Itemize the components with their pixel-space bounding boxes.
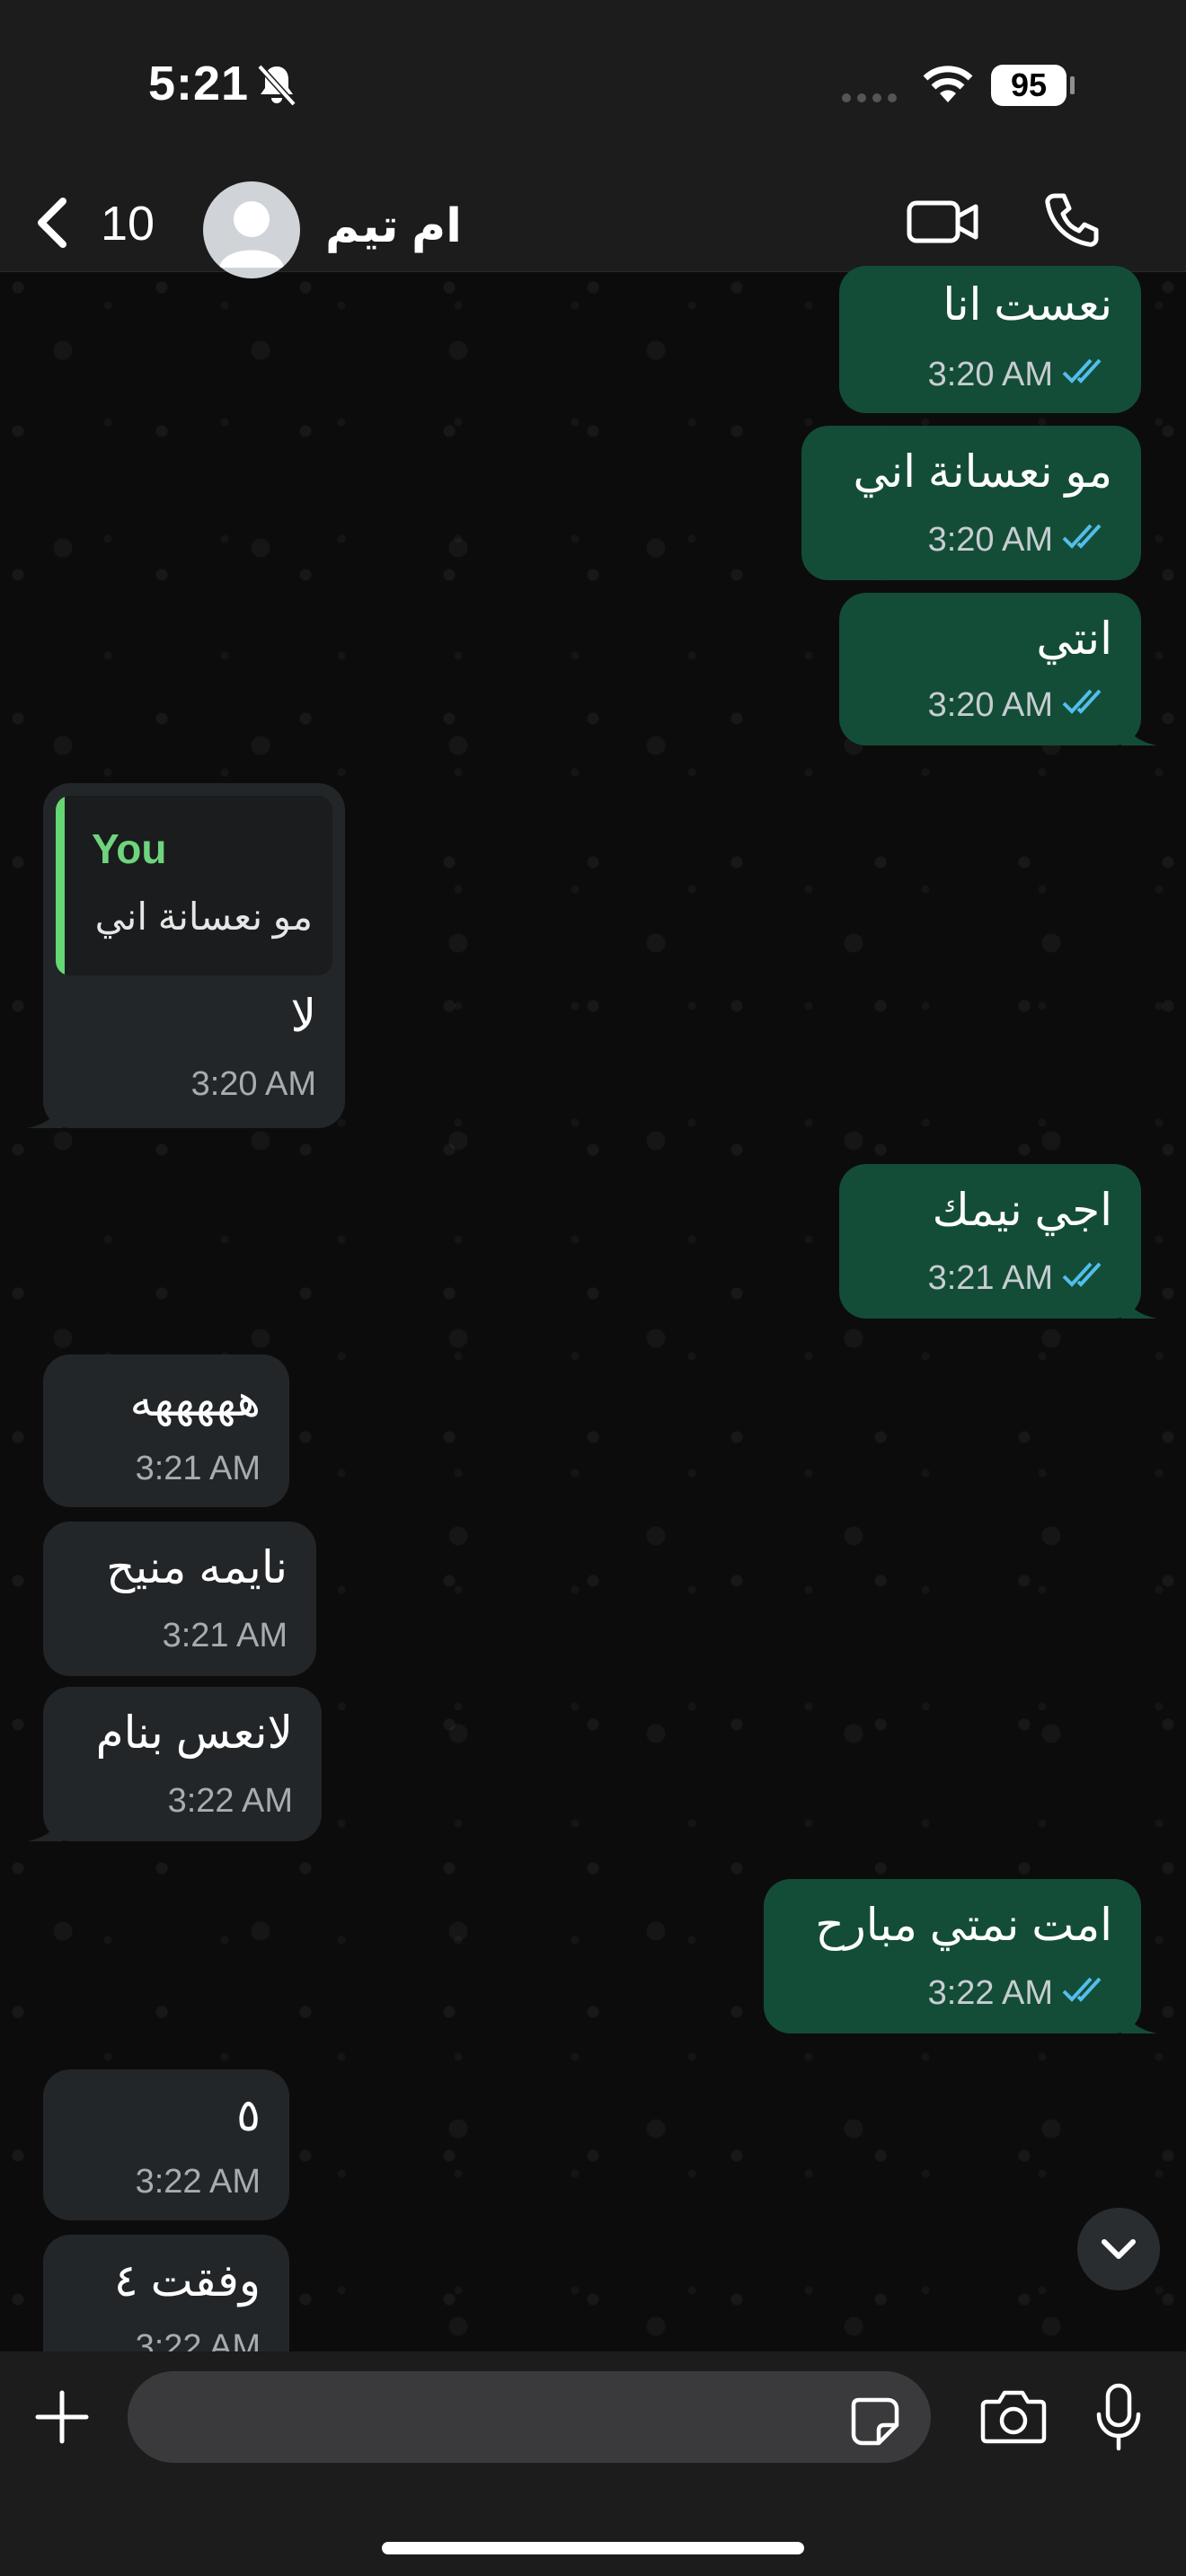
chevron-down-icon	[1102, 2239, 1136, 2259]
message-text: نعست انا	[943, 279, 1112, 330]
message-meta: 3:20 AM	[928, 521, 1112, 560]
double-check-icon	[1062, 356, 1112, 394]
microphone-icon	[1096, 2383, 1141, 2451]
bell-off-icon	[256, 63, 297, 112]
wifi-icon	[921, 63, 975, 109]
back-chevron-icon	[34, 196, 70, 254]
message-time: 3:22 AM	[135, 2163, 261, 2201]
message-text: مو نعسانة اني	[853, 446, 1112, 497]
message-time: 3:22 AM	[927, 1974, 1053, 2012]
message-text: امت نمتي مبارح	[815, 1900, 1112, 1950]
status-bar: 5:21 95	[0, 0, 1186, 171]
unread-chats-count: 10	[101, 197, 155, 251]
video-call-button[interactable]	[906, 198, 981, 251]
status-time: 5:21	[148, 57, 250, 110]
message-text: انتي	[1036, 613, 1112, 664]
double-check-icon	[1062, 1259, 1112, 1298]
back-button[interactable]: 10	[27, 171, 162, 271]
contact-avatar[interactable]	[203, 181, 300, 278]
battery-indicator: 95	[991, 65, 1067, 106]
bubble-tail	[27, 1096, 63, 1128]
message-time: 3:21 AM	[927, 1259, 1053, 1297]
message-bubble-outgoing[interactable]: نعست انا 3:20 AM	[839, 266, 1141, 413]
contact-name[interactable]: ام تيم	[325, 199, 462, 253]
message-input[interactable]	[128, 2371, 931, 2463]
message-time: 3:21 AM	[162, 1617, 288, 1654]
home-indicator[interactable]	[382, 2542, 804, 2554]
camera-icon	[980, 2390, 1047, 2444]
message-bubble-outgoing[interactable]: مو نعسانة اني 3:20 AM	[801, 426, 1141, 580]
chat-header: 10 ام تيم	[0, 171, 1186, 278]
bubble-tail	[1121, 2001, 1157, 2033]
message-bubble-outgoing[interactable]: اجي نيمك 3:21 AM	[839, 1164, 1157, 1319]
battery-level: 95	[1010, 66, 1048, 103]
message-text: لا	[290, 991, 316, 1041]
message-text: هههههه	[129, 1375, 261, 1425]
message-time: 3:20 AM	[927, 356, 1053, 393]
message-time: 3:20 AM	[927, 521, 1053, 559]
double-check-icon	[1062, 686, 1112, 725]
message-text: وفقت ٤	[113, 2255, 261, 2306]
message-bubble-incoming[interactable]: ٥ 3:22 AM	[43, 2069, 289, 2220]
camera-button[interactable]	[979, 2387, 1048, 2451]
double-check-icon	[1062, 1974, 1112, 2013]
sticker-icon	[851, 2397, 899, 2446]
message-time: 3:20 AM	[927, 686, 1053, 724]
message-meta: 3:21 AM	[928, 1259, 1112, 1298]
message-bubble-incoming[interactable]: هههههه 3:21 AM	[43, 1354, 289, 1507]
message-bubble-incoming[interactable]: لانعس بنام 3:22 AM	[27, 1687, 322, 1841]
bubble-tail	[1121, 1286, 1157, 1319]
microphone-button[interactable]	[1094, 2382, 1143, 2457]
message-time: 3:20 AM	[190, 1065, 316, 1103]
battery-cap	[1070, 76, 1075, 94]
sticker-button[interactable]	[848, 2395, 902, 2453]
quoted-message[interactable]: You مو نعسانة اني	[56, 796, 332, 975]
voice-call-button[interactable]	[1042, 190, 1102, 254]
message-bubble-outgoing[interactable]: امت نمتي مبارح 3:22 AM	[764, 1879, 1157, 2033]
quote-accent-bar	[56, 796, 65, 975]
message-meta: 3:22 AM	[928, 1974, 1112, 2013]
bubble-tail	[27, 1809, 63, 1841]
message-bubble-incoming[interactable]: نايمه منيح 3:21 AM	[43, 1522, 316, 1676]
message-time: 3:22 AM	[167, 1782, 293, 1820]
message-text: نايمه منيح	[106, 1542, 288, 1592]
message-bubble-incoming-reply[interactable]: You مو نعسانة اني لا 3:20 AM	[27, 783, 345, 1128]
message-time: 3:21 AM	[135, 1450, 261, 1487]
attach-plus-button[interactable]	[32, 2387, 92, 2451]
scroll-to-bottom-button[interactable]	[1077, 2208, 1160, 2290]
message-meta: 3:20 AM	[928, 356, 1112, 394]
cellular-signal-icon	[840, 92, 903, 109]
bubble-tail	[1121, 713, 1157, 745]
message-bubble-outgoing[interactable]: انتي 3:20 AM	[839, 593, 1157, 745]
double-check-icon	[1062, 521, 1112, 560]
quote-text: مو نعسانة اني	[94, 895, 313, 938]
message-text: اجي نيمك	[932, 1185, 1112, 1235]
plus-icon	[35, 2390, 89, 2444]
quote-author: You	[92, 825, 167, 872]
message-text: ٥	[236, 2090, 261, 2140]
message-meta: 3:20 AM	[928, 686, 1112, 725]
message-text: لانعس بنام	[95, 1707, 293, 1758]
